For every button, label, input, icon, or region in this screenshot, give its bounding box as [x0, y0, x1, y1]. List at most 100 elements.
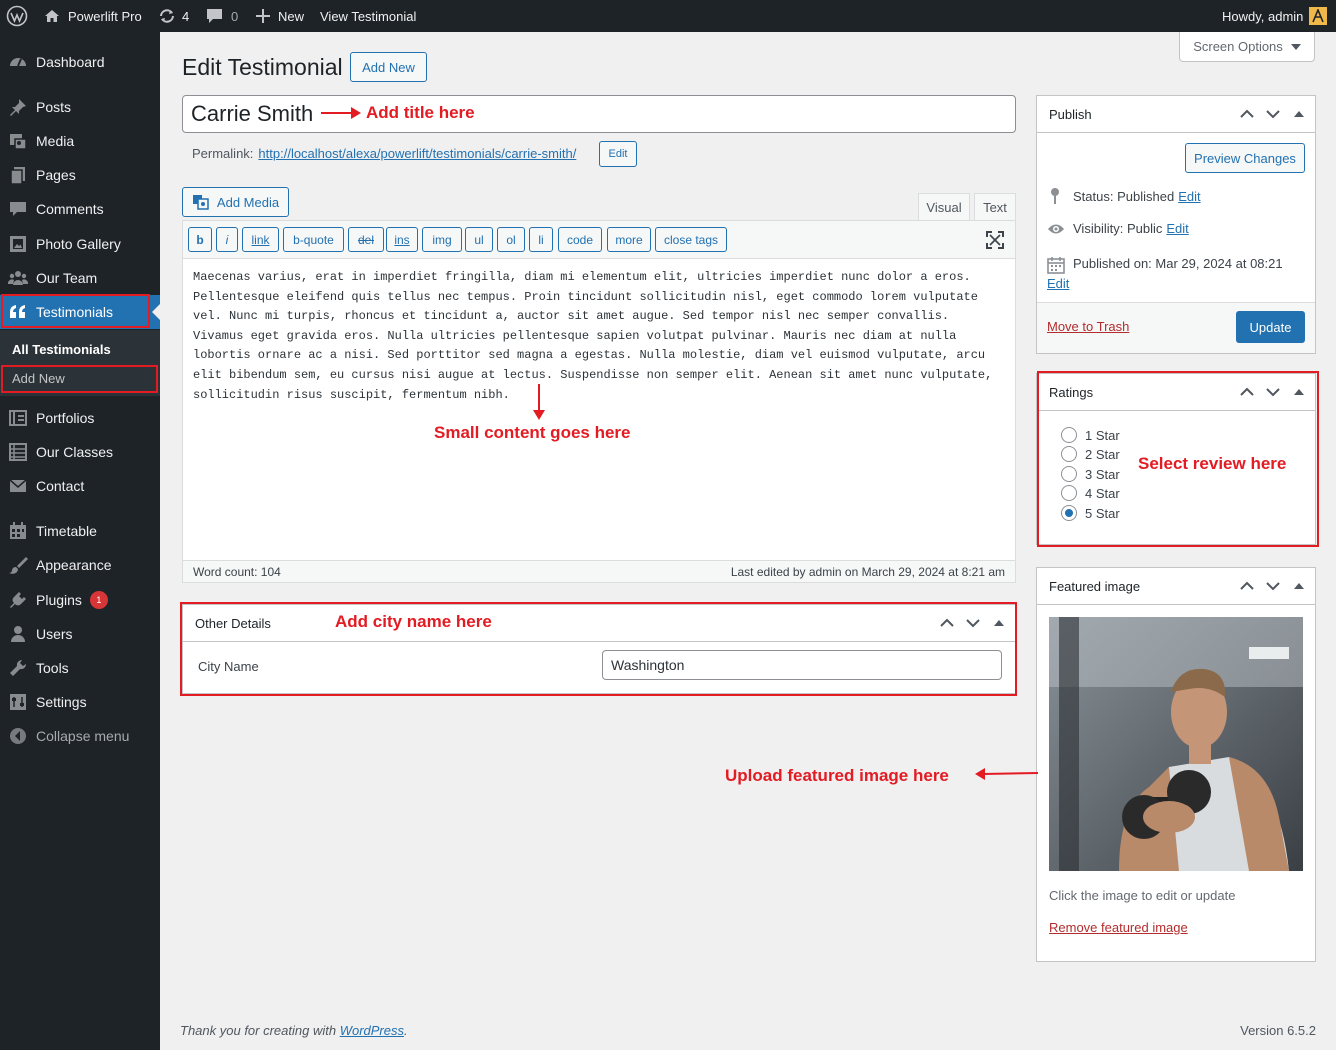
chevron-up-icon[interactable]: [1237, 104, 1257, 124]
tab-visual[interactable]: Visual: [918, 193, 970, 221]
qt-del-button[interactable]: del: [348, 227, 384, 252]
sidebar-item-plugins[interactable]: Plugins 1: [0, 583, 160, 617]
chevron-down-icon[interactable]: [1263, 104, 1283, 124]
screen-options-button[interactable]: Screen Options: [1179, 32, 1315, 62]
annotation-box-add-new: [1, 365, 158, 393]
tab-text[interactable]: Text: [974, 193, 1016, 221]
visibility-row: Visibility: Public Edit: [1047, 221, 1189, 236]
published-edit-link[interactable]: Edit: [1047, 276, 1069, 291]
wordpress-logo-icon[interactable]: [6, 0, 28, 32]
featured-image-thumbnail[interactable]: [1049, 617, 1303, 871]
qt-li-button[interactable]: li: [529, 227, 553, 252]
comments-link[interactable]: 0: [206, 0, 238, 32]
sidebar-item-our-classes[interactable]: Our Classes: [0, 435, 160, 469]
qt-close-tags-button[interactable]: close tags: [655, 227, 727, 252]
annotation-box-testimonials: [1, 294, 150, 328]
footer-thanks: Thank you for creating with WordPress.: [180, 1023, 408, 1038]
chevron-up-icon[interactable]: [1237, 576, 1257, 596]
sidebar-item-users[interactable]: Users: [0, 617, 160, 651]
qt-bold-button[interactable]: b: [188, 227, 212, 252]
featured-image-title: Featured image: [1049, 578, 1141, 594]
updates-link[interactable]: 4: [158, 0, 189, 32]
caret-down-icon: [1290, 43, 1301, 51]
home-icon: [44, 8, 60, 24]
sidebar-item-label: Posts: [36, 99, 72, 115]
sidebar-item-portfolios[interactable]: Portfolios: [0, 401, 160, 435]
sidebar-item-dashboard[interactable]: Dashboard: [0, 45, 160, 79]
sidebar-item-appearance[interactable]: Appearance: [0, 548, 160, 582]
portfolio-icon: [0, 408, 36, 428]
post-title-input[interactable]: Carrie Smith: [182, 95, 1016, 133]
permalink-row: Permalink: http://localhost/alexa/powerl…: [192, 146, 576, 161]
new-content-link[interactable]: New: [256, 0, 304, 32]
status-edit-link[interactable]: Edit: [1178, 189, 1200, 204]
sidebar-item-label: Settings: [36, 694, 87, 710]
qt-ul-button[interactable]: ul: [465, 227, 493, 252]
key-pin-icon: [1047, 187, 1063, 205]
add-media-button[interactable]: Add Media: [182, 187, 289, 217]
sidebar-item-comments[interactable]: Comments: [0, 192, 160, 226]
sidebar-item-tools[interactable]: Tools: [0, 651, 160, 685]
qt-ins-button[interactable]: ins: [386, 227, 418, 252]
toggle-panel-icon[interactable]: [1289, 576, 1309, 596]
fullscreen-icon[interactable]: [986, 231, 1004, 249]
refresh-icon: [158, 7, 176, 25]
submenu-all-testimonials[interactable]: All Testimonials: [12, 342, 111, 357]
sidebar-item-photo-gallery[interactable]: Photo Gallery: [0, 227, 160, 261]
annotation-city: Add city name here: [335, 612, 492, 631]
qt-code-button[interactable]: code: [558, 227, 602, 252]
status-row: Status: Published Edit: [1047, 187, 1201, 205]
qt-bquote-button[interactable]: b-quote: [283, 227, 344, 252]
qt-ol-button[interactable]: ol: [497, 227, 525, 252]
toggle-panel-icon[interactable]: [1289, 104, 1309, 124]
view-testimonial-link[interactable]: View Testimonial: [320, 0, 416, 32]
sidebar-collapse-menu[interactable]: Collapse menu: [0, 719, 160, 753]
sidebar-item-settings[interactable]: Settings: [0, 685, 160, 719]
sidebar-item-media[interactable]: Media: [0, 124, 160, 158]
screen-options-label: Screen Options: [1193, 39, 1283, 54]
my-account-link[interactable]: Howdy, admin: [1222, 0, 1328, 32]
qt-italic-button[interactable]: i: [216, 227, 238, 252]
publish-header: Publish: [1037, 96, 1315, 133]
plus-icon: [256, 9, 270, 23]
move-to-trash-link[interactable]: Move to Trash: [1047, 319, 1129, 334]
editor-status-bar: Word count: 104 Last edited by admin on …: [183, 560, 1015, 582]
permalink-edit-button[interactable]: Edit: [599, 141, 637, 167]
gallery-icon: [0, 234, 36, 254]
editor-textarea[interactable]: Maecenas varius, erat in imperdiet fring…: [193, 268, 1003, 405]
remove-featured-image-link[interactable]: Remove featured image: [1049, 920, 1188, 935]
sidebar-item-label: Comments: [36, 201, 104, 217]
sidebar-item-label: Our Classes: [36, 444, 114, 460]
qt-link-button[interactable]: link: [242, 227, 279, 252]
update-button[interactable]: Update: [1236, 311, 1305, 343]
annotation-arrow-title: [321, 106, 363, 120]
sidebar-item-contact[interactable]: Contact: [0, 469, 160, 503]
annotation-review: Select review here: [1138, 454, 1287, 473]
sidebar-item-label: Tools: [36, 660, 69, 676]
qt-img-button[interactable]: img: [422, 227, 462, 252]
media-add-icon: [192, 194, 210, 210]
visibility-edit-link[interactable]: Edit: [1166, 221, 1188, 236]
sidebar-item-our-team[interactable]: Our Team: [0, 261, 160, 295]
permalink-url[interactable]: http://localhost/alexa/powerlift/testimo…: [258, 146, 576, 161]
brush-icon: [0, 555, 36, 575]
word-count: Word count: 104: [193, 565, 281, 579]
preview-changes-button[interactable]: Preview Changes: [1185, 143, 1305, 173]
sidebar-item-pages[interactable]: Pages: [0, 158, 160, 192]
site-home-link[interactable]: Powerlift Pro: [44, 0, 142, 32]
sidebar-item-posts[interactable]: Posts: [0, 90, 160, 124]
qt-more-button[interactable]: more: [607, 227, 651, 252]
sidebar-item-timetable[interactable]: Timetable: [0, 514, 160, 548]
published-on-label: Published on:: [1073, 256, 1156, 271]
current-menu-arrow: [152, 304, 160, 320]
settings-icon: [0, 692, 36, 712]
annotation-arrow-content: [532, 384, 546, 422]
visibility-value: Public: [1126, 221, 1163, 236]
chevron-down-icon[interactable]: [1263, 576, 1283, 596]
new-label: New: [278, 8, 305, 24]
status-label: Status:: [1073, 188, 1118, 204]
dashboard-icon: [0, 52, 36, 72]
footer-wordpress-link[interactable]: WordPress: [340, 1023, 404, 1038]
add-new-button[interactable]: Add New: [350, 52, 427, 82]
sidebar-item-label: Collapse menu: [36, 728, 130, 744]
